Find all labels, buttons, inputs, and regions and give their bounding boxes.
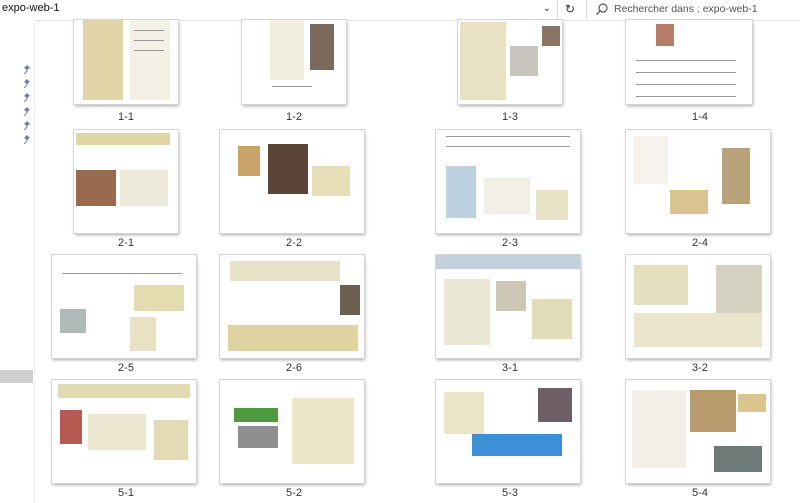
file-name: 1-3: [502, 111, 518, 123]
file-thumbnail[interactable]: [626, 20, 752, 104]
file-tile[interactable]: 5-4: [626, 377, 774, 503]
file-tile[interactable]: 3-1: [436, 252, 584, 377]
file-name: 2-2: [286, 237, 302, 249]
pin-icon[interactable]: [22, 120, 32, 130]
file-thumbnail[interactable]: [74, 130, 178, 233]
file-tile[interactable]: 2-5: [52, 252, 200, 377]
file-tile[interactable]: 5-2: [220, 377, 368, 503]
file-thumbnail[interactable]: [220, 130, 364, 233]
file-thumbnail[interactable]: [220, 380, 364, 483]
file-thumbnail[interactable]: [436, 130, 580, 233]
top-bar: expo-web-1 ⌄ ↻ Rechercher dans : expo-we…: [0, 0, 800, 21]
search-icon: [596, 3, 608, 15]
file-tile[interactable]: 1-2: [220, 20, 368, 127]
file-thumbnail[interactable]: [52, 380, 196, 483]
file-name: 3-1: [502, 362, 518, 374]
file-tile[interactable]: 2-3: [436, 127, 584, 252]
file-thumbnail[interactable]: [242, 20, 346, 104]
search-input[interactable]: Rechercher dans : expo-web-1: [614, 3, 758, 15]
file-tile[interactable]: 1-4: [626, 20, 774, 127]
file-thumbnail[interactable]: [74, 20, 178, 104]
file-name: 1-2: [286, 111, 302, 123]
nav-item-selected[interactable]: [0, 370, 33, 383]
file-tile[interactable]: 2-2: [220, 127, 368, 252]
file-tile[interactable]: 5-3: [436, 377, 584, 503]
address-path: expo-web-1: [2, 2, 60, 14]
file-name: 1-4: [692, 111, 708, 123]
file-tile[interactable]: 2-6: [220, 252, 368, 377]
pin-icon[interactable]: [22, 134, 32, 144]
pin-icon[interactable]: [22, 92, 32, 102]
pin-icon[interactable]: [22, 78, 32, 88]
file-thumbnail[interactable]: [220, 255, 364, 358]
file-name: 2-4: [692, 237, 708, 249]
file-name: 2-1: [118, 237, 134, 249]
file-thumbnail[interactable]: [626, 380, 770, 483]
file-name: 2-3: [502, 237, 518, 249]
navigation-pane: [0, 20, 35, 503]
refresh-icon[interactable]: ↻: [560, 0, 580, 19]
file-thumbnail[interactable]: [436, 380, 580, 483]
file-thumbnail[interactable]: [626, 255, 770, 358]
file-tile[interactable]: 5-1: [52, 377, 200, 503]
file-tile[interactable]: 2-1: [52, 127, 200, 252]
file-tile[interactable]: 1-3: [436, 20, 584, 127]
file-thumbnail[interactable]: [52, 255, 196, 358]
file-tile[interactable]: 2-4: [626, 127, 774, 252]
file-name: 5-1: [118, 487, 134, 499]
file-thumbnail[interactable]: [626, 130, 770, 233]
file-name: 2-6: [286, 362, 302, 374]
pin-icon[interactable]: [22, 64, 32, 74]
file-name: 1-1: [118, 111, 134, 123]
file-name: 5-4: [692, 487, 708, 499]
search-box[interactable]: Rechercher dans : expo-web-1: [586, 0, 800, 19]
file-name: 2-5: [118, 362, 134, 374]
file-tile[interactable]: 3-2: [626, 252, 774, 377]
file-name: 5-2: [286, 487, 302, 499]
file-thumbnail[interactable]: [436, 255, 580, 358]
file-name: 5-3: [502, 487, 518, 499]
pin-icon[interactable]: [22, 106, 32, 116]
file-thumbnail[interactable]: [458, 20, 562, 104]
file-tile[interactable]: 1-1: [52, 20, 200, 127]
file-name: 3-2: [692, 362, 708, 374]
address-bar[interactable]: expo-web-1 ⌄: [0, 0, 558, 19]
chevron-down-icon[interactable]: ⌄: [541, 1, 553, 17]
